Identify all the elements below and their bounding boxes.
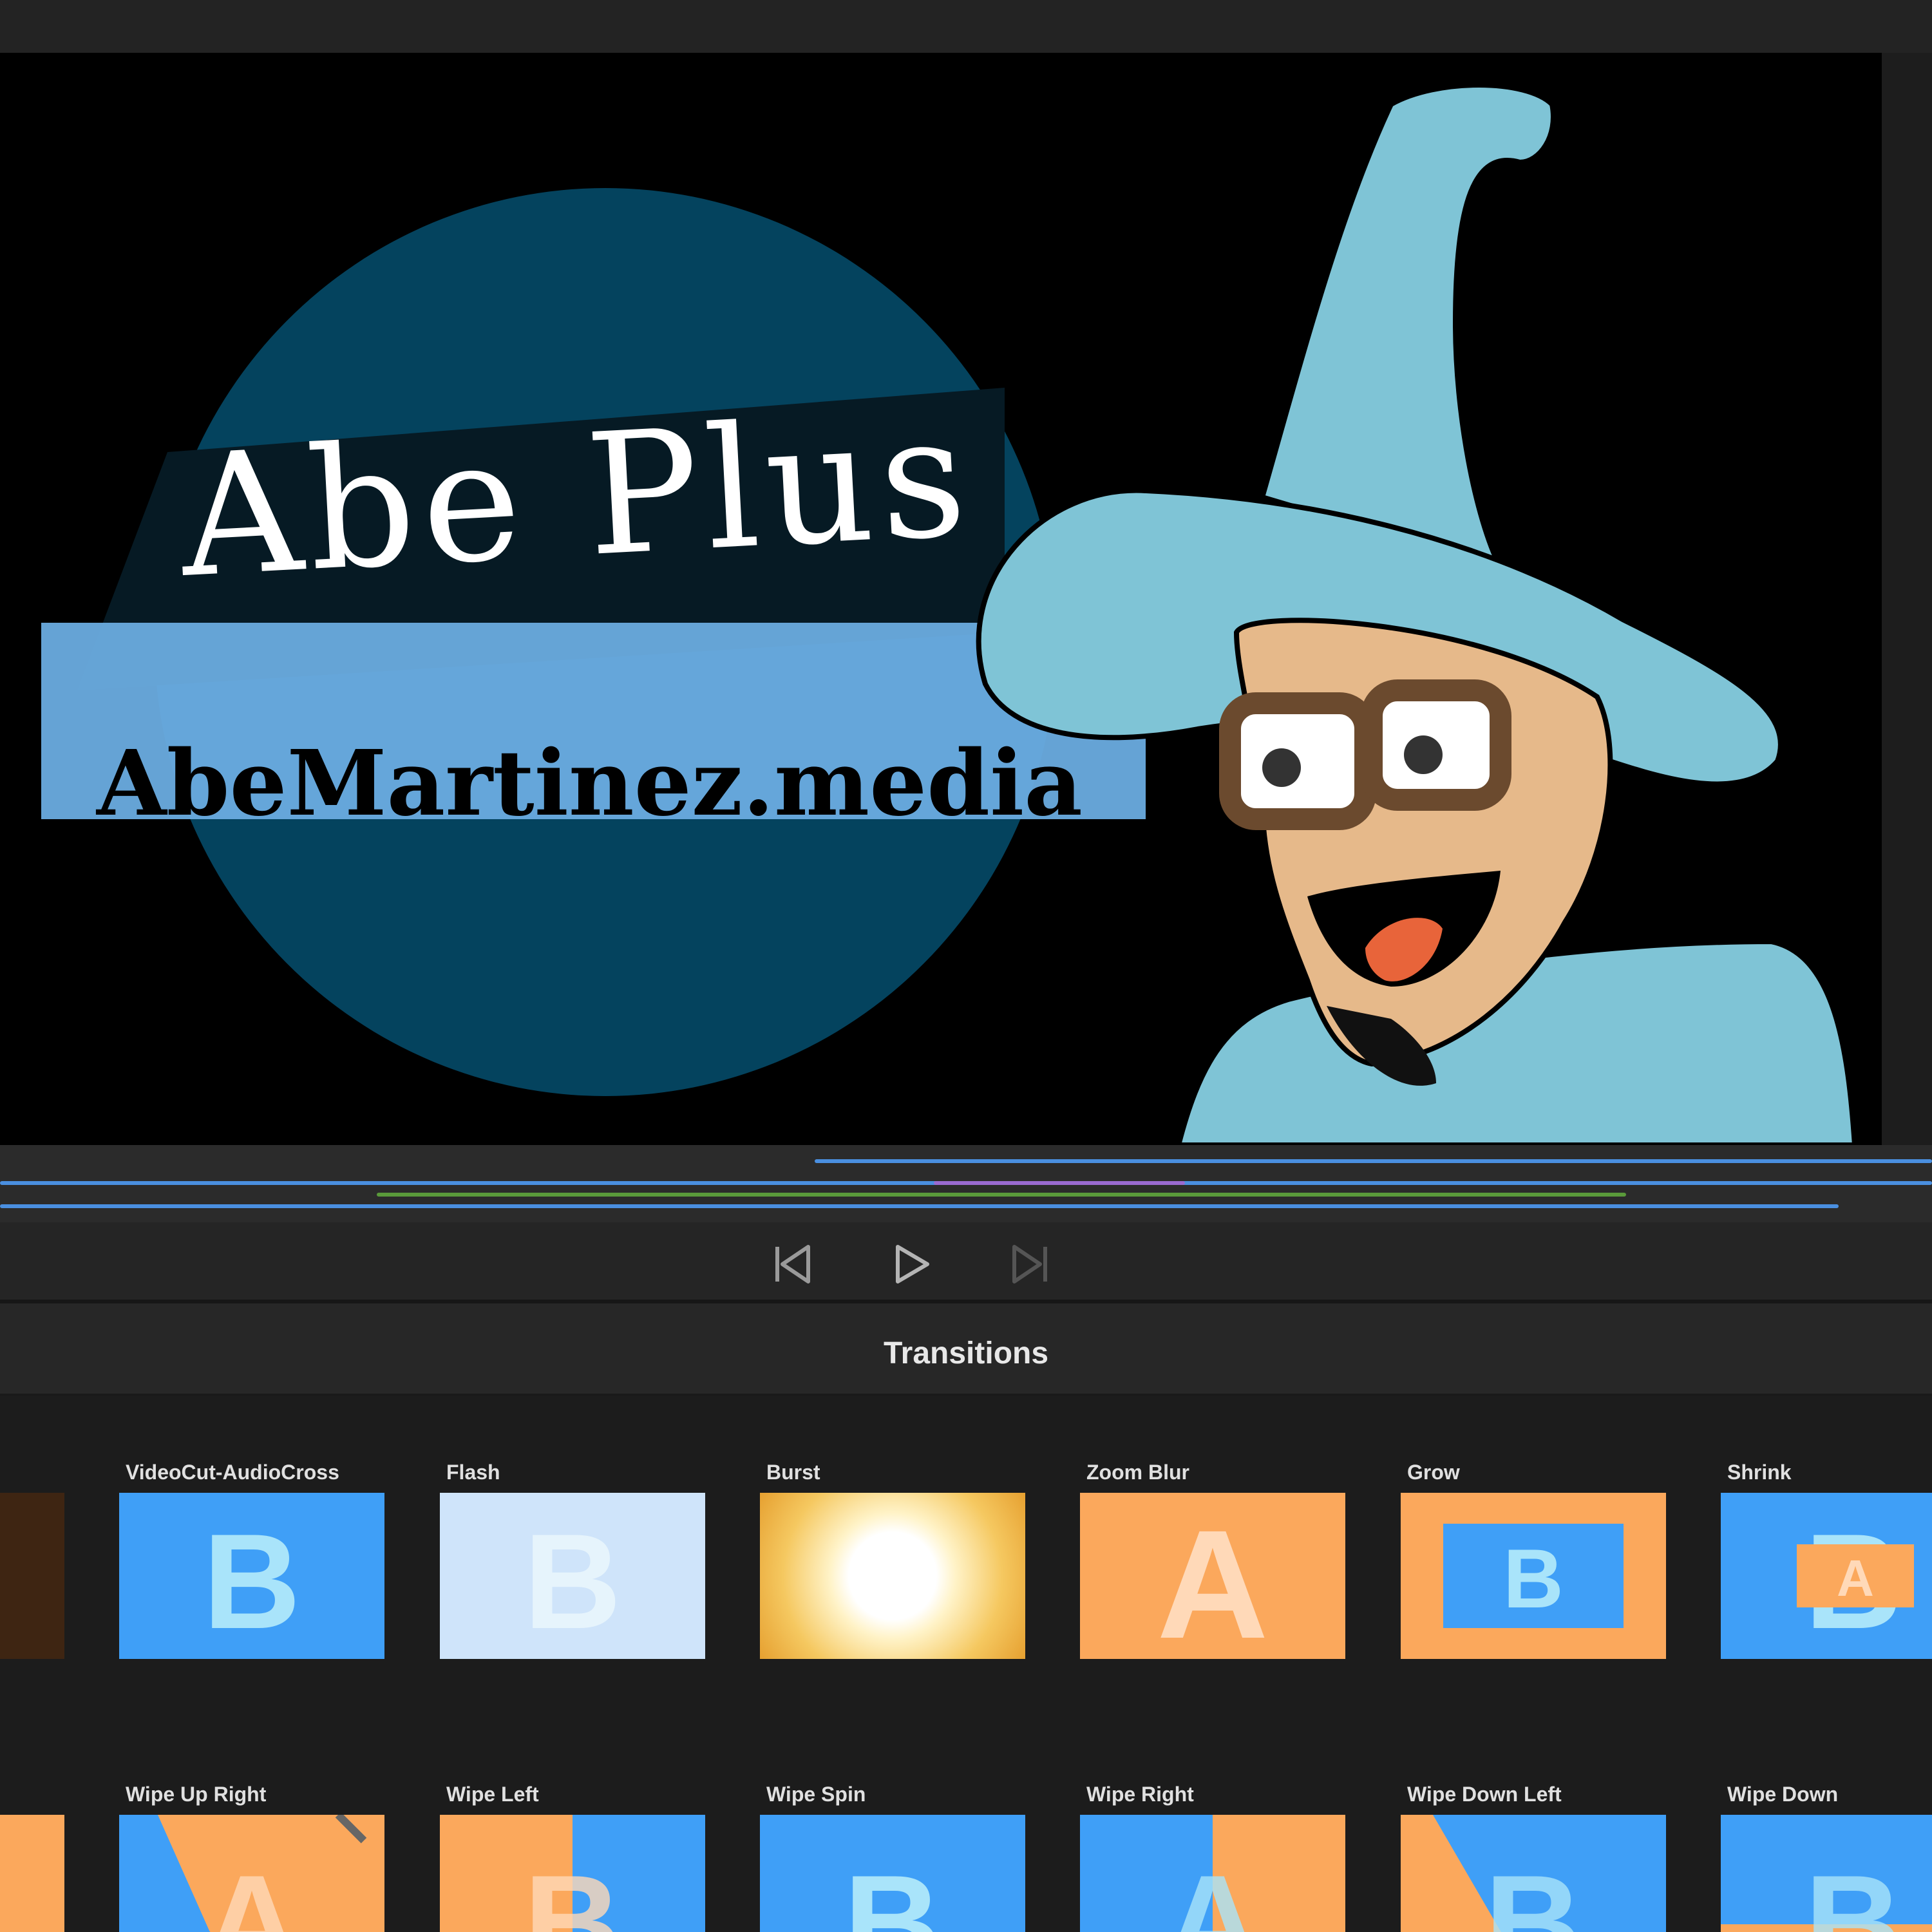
thumb-letter: B — [524, 1506, 621, 1657]
timeline-lane-bottom — [0, 1204, 1839, 1208]
thumb-letter: B — [1503, 1531, 1564, 1625]
wizard-hat-cone — [1259, 82, 1556, 573]
partial-tile-row2[interactable] — [0, 1815, 64, 1932]
top-bar — [0, 0, 1932, 53]
thumb-letter: B — [1484, 1847, 1582, 1932]
transition-label: Burst — [766, 1461, 820, 1484]
skip-forward-icon — [1012, 1245, 1047, 1283]
thumb-letter: B — [524, 1847, 621, 1932]
transition-label: Grow — [1407, 1461, 1460, 1484]
transport-controls — [0, 1222, 1932, 1303]
thumb-letter: A — [1157, 1498, 1268, 1659]
wizard-eye-right — [1404, 735, 1443, 774]
timeline-overview[interactable] — [0, 1145, 1932, 1222]
transition-label: Wipe Spin — [766, 1783, 866, 1806]
thumb-letter: B — [203, 1506, 301, 1657]
transition-label: Shrink — [1727, 1461, 1792, 1484]
transition-label: VideoCut-AudioCross — [126, 1461, 339, 1484]
thumb-letter: B — [844, 1847, 942, 1932]
thumb-letter: A — [203, 1847, 301, 1932]
transition-label: Zoom Blur — [1086, 1461, 1189, 1484]
transition-label: Wipe Up Right — [126, 1783, 267, 1806]
transition-label: Flash — [446, 1461, 500, 1484]
transition-thumbnail: A — [1080, 1815, 1345, 1932]
panel-title: Transitions — [883, 1336, 1049, 1370]
transition-thumbnail: B — [1401, 1493, 1666, 1659]
transitions-grid[interactable]: VideoCut-AudioCross B Flash B Burst Zoom… — [0, 1396, 1932, 1932]
viewer-gutter — [1882, 53, 1932, 1145]
skip-forward-button[interactable] — [1005, 1238, 1056, 1290]
transition-thumbnail: A — [1080, 1493, 1345, 1659]
transitions-panel-header: Transitions — [0, 1303, 1932, 1396]
transition-label: Wipe Down — [1727, 1783, 1839, 1806]
timeline-lane-purple — [934, 1181, 1185, 1185]
timeline-lane-green — [377, 1193, 1626, 1197]
play-button[interactable] — [886, 1238, 937, 1290]
wizard-eye-left — [1262, 748, 1301, 787]
video-viewer[interactable]: Abe Plus AbeMartinez.media — [0, 53, 1882, 1145]
logo-url-text: AbeMartinez.media — [97, 731, 1083, 837]
transition-thumbnail: B — [440, 1493, 705, 1659]
timeline-lane-top — [815, 1159, 1932, 1163]
play-icon — [896, 1245, 929, 1283]
thumb-letter: A — [1837, 1549, 1874, 1607]
transition-label: Wipe Down Left — [1407, 1783, 1562, 1806]
transition-label: Wipe Right — [1086, 1783, 1194, 1806]
transition-thumbnail — [760, 1493, 1025, 1659]
thumb-letter: B — [1804, 1847, 1902, 1932]
transition-thumbnail: B — [760, 1815, 1025, 1932]
transition-thumbnail: B — [1401, 1815, 1666, 1932]
transition-thumbnail: B — [119, 1493, 384, 1659]
logo-title-text: Abe Plus — [175, 379, 977, 615]
thumb-letter: A — [1164, 1847, 1262, 1932]
skip-back-button[interactable] — [766, 1238, 818, 1290]
transition-thumbnail: B — [1721, 1815, 1932, 1932]
transition-thumbnail: B A — [1721, 1493, 1932, 1659]
transition-thumbnail: B — [440, 1815, 705, 1932]
transition-thumbnail: A — [119, 1815, 384, 1932]
skip-back-icon — [775, 1245, 810, 1283]
transition-label: Wipe Left — [446, 1783, 539, 1806]
partial-tile-row1[interactable] — [0, 1493, 64, 1659]
